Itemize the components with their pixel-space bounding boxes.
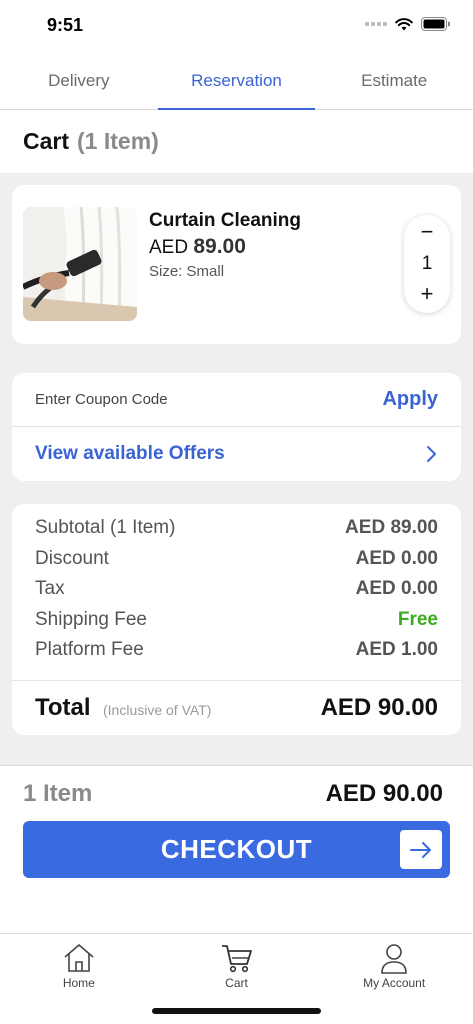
view-offers-row[interactable]: View available Offers [12,427,461,481]
item-price-value: 89.00 [193,235,246,258]
summary-value: AED 0.00 [355,548,438,569]
summary-row-shipping: Shipping Fee Free [35,609,438,631]
home-indicator [152,1008,321,1014]
quantity-value: 1 [421,253,433,274]
checkout-total: AED 90.00 [325,780,443,807]
coupon-code-input[interactable]: Enter Coupon Code [35,391,168,408]
item-price: AED 89.00 [149,235,246,259]
status-bar: 9:51 [0,0,473,52]
quantity-stepper: − 1 + [404,215,450,313]
cart-item-card: Curtain Cleaning AED 89.00 Size: Small −… [12,185,461,344]
summary-row-discount: Discount AED 0.00 [35,548,438,570]
item-thumbnail[interactable] [23,207,137,321]
tab-estimate[interactable]: Estimate [315,52,473,109]
summary-row-platform-fee: Platform Fee AED 1.00 [35,639,438,661]
view-offers-label: View available Offers [35,443,225,464]
tabbar-label: Cart [225,976,248,990]
summary-label: Subtotal (1 Item) [35,517,176,538]
summary-label: Shipping Fee [35,609,147,630]
cart-header: Cart (1 Item) [0,110,473,173]
tab-estimate-label: Estimate [361,70,428,90]
status-time: 9:51 [47,15,84,35]
order-summary-card: Subtotal (1 Item) AED 89.00 Discount AED… [12,504,461,735]
status-icons [365,17,451,31]
decrease-quantity-button[interactable]: − [421,221,434,245]
tab-reservation-label: Reservation [191,70,282,90]
coupon-card: Enter Coupon Code Apply View available O… [12,373,461,481]
apply-coupon-button[interactable]: Apply [382,388,438,411]
tabbar-label: Home [62,976,95,990]
arrow-right-icon [400,830,442,869]
increase-quantity-button[interactable]: + [421,283,434,307]
summary-label: Platform Fee [35,639,144,660]
summary-value: AED 1.00 [355,639,438,660]
tabbar-item-account[interactable]: My Account [315,934,473,1024]
home-icon [64,944,94,972]
cart-icon [221,945,252,973]
user-icon [381,944,407,974]
item-name: Curtain Cleaning [149,210,302,231]
cart-title: Cart [23,128,70,154]
wifi-icon [395,17,413,30]
checkout-item-count: 1 Item [23,780,93,807]
item-currency: AED [149,237,189,258]
tabbar-item-home[interactable]: Home [0,934,158,1024]
summary-value: AED 89.00 [345,517,438,538]
tab-reservation[interactable]: Reservation [157,52,316,110]
signal-icon [365,22,387,26]
summary-divider [12,680,461,681]
total-label: Total [35,694,91,721]
summary-value: AED 0.00 [355,578,438,599]
summary-row-subtotal: Subtotal (1 Item) AED 89.00 [35,517,438,539]
tabbar-label: My Account [363,976,426,990]
coupon-row: Enter Coupon Code Apply [12,373,461,427]
checkout-button-label: CHECKOUT [160,834,313,864]
summary-row-tax: Tax AED 0.00 [35,578,438,600]
summary-value-free: Free [397,609,438,630]
summary-label: Tax [35,578,65,599]
tab-delivery-label: Delivery [48,70,110,90]
cart-item-count: (1 Item) [77,128,159,154]
tab-delivery[interactable]: Delivery [0,52,158,109]
total-value: AED 90.00 [320,694,438,721]
total-note: (Inclusive of VAT) [103,702,212,718]
summary-total-row: Total (Inclusive of VAT) AED 90.00 [35,694,438,722]
checkout-bar: 1 Item AED 90.00 CHECKOUT [0,765,473,933]
summary-label: Discount [35,548,109,569]
battery-icon [421,17,450,31]
item-size: Size: Small [149,263,225,280]
top-tabs: Delivery Reservation Estimate [0,52,473,110]
chevron-right-icon [427,446,436,462]
checkout-button[interactable]: CHECKOUT [23,821,450,878]
